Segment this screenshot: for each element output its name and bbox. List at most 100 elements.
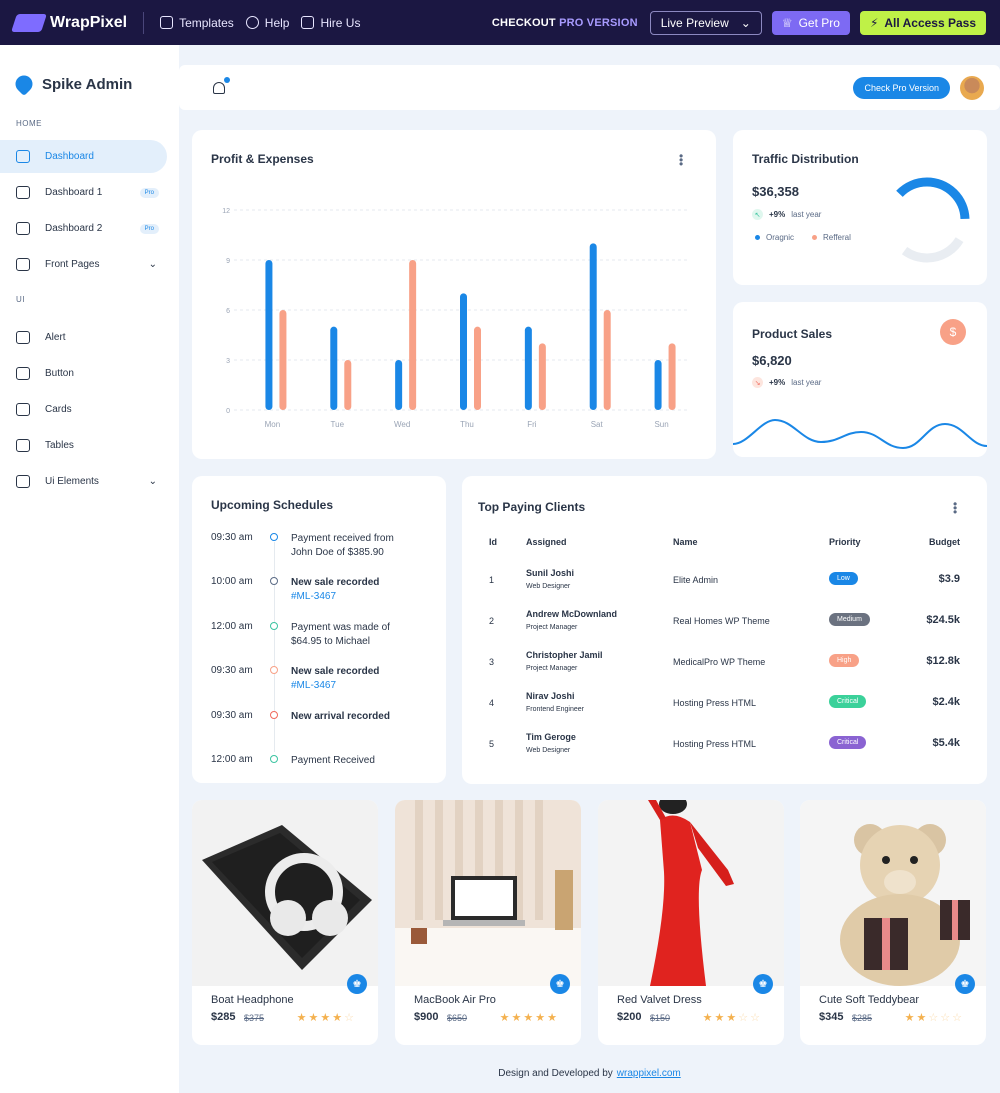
sidebar-item-dashboard-1[interactable]: Dashboard 1 Pro <box>0 176 167 209</box>
footer-link[interactable]: wrappixel.com <box>617 1068 681 1079</box>
card-title: Product Sales <box>752 327 833 341</box>
help-link[interactable]: Help <box>245 16 289 30</box>
product-card[interactable]: ♚ Cute Soft Teddybear $345 $285 ★★☆☆☆ <box>800 800 986 1045</box>
bar-fri-s1[interactable] <box>538 343 546 410</box>
product-card[interactable]: ♚ Boat Headphone $285 $375 ★★★★☆ <box>192 800 378 1045</box>
timeline-time: 12:00 am <box>211 754 253 765</box>
sidebar-item-front-pages[interactable]: Front Pages ⌄ <box>0 248 167 281</box>
timeline-text-content: Payment was made of $64.95 to Michael <box>291 622 390 647</box>
app-brand[interactable]: Spike Admin <box>0 45 179 103</box>
bar-sat-s0[interactable] <box>589 243 597 410</box>
legend-organic: Oragnic <box>755 233 794 242</box>
sidebar-item-button[interactable]: Button <box>0 357 167 390</box>
bar-sun-s0[interactable] <box>654 360 662 410</box>
wrappixel-logo[interactable]: WrapPixel <box>11 13 127 32</box>
card-title: Traffic Distribution <box>752 152 859 166</box>
check-pro-button[interactable]: Check Pro Version <box>853 76 950 99</box>
teddybear-image <box>800 800 986 986</box>
red-dress-image <box>598 800 784 986</box>
assignee-name: Andrew McDownland <box>526 609 618 619</box>
product-old-price: $375 <box>244 1013 265 1023</box>
product-price: $285 <box>211 1011 236 1023</box>
col-header-assigned: Assigned <box>526 537 567 547</box>
timeline-text-content: New sale recorded <box>291 666 380 677</box>
cart-icon[interactable]: ♚ <box>550 974 570 994</box>
checkout-pro-link[interactable]: CHECKOUT PRO VERSION <box>492 17 638 29</box>
sidebar-item-dashboard-2[interactable]: Dashboard 2 Pro <box>0 212 167 245</box>
col-header-budget: Budget <box>929 537 960 547</box>
traffic-change: ↖ +9% last year <box>752 209 821 220</box>
sidebar-item-tables[interactable]: Tables <box>0 429 167 462</box>
headphone-image <box>192 800 378 986</box>
sidebar-item-label: Front Pages <box>45 259 100 270</box>
cart-icon[interactable]: ♚ <box>347 974 367 994</box>
timeline-dot <box>270 755 278 763</box>
timeline-dot <box>270 711 278 719</box>
y-tick-label: 6 <box>226 308 230 315</box>
project-name: Hosting Press HTML <box>673 739 757 749</box>
bar-wed-s1[interactable] <box>409 260 417 410</box>
project-name: Hosting Press HTML <box>673 698 757 708</box>
sales-value: $6,820 <box>752 353 792 368</box>
bar-tue-s1[interactable] <box>344 360 352 410</box>
col-header-id: Id <box>489 537 497 547</box>
live-preview-dropdown[interactable]: Live Preview ⌄ <box>649 10 762 35</box>
star-filled-icon: ★ <box>499 1012 512 1024</box>
cart-icon[interactable]: ♚ <box>753 974 773 994</box>
sidebar-item-label: Dashboard 1 <box>45 187 103 198</box>
cards-icon <box>16 403 30 416</box>
bar-fri-s0[interactable] <box>524 326 532 410</box>
all-access-button[interactable]: ⚡ All Access Pass <box>859 10 986 35</box>
more-vert-icon[interactable]: • • • <box>953 498 957 518</box>
timeline-link[interactable]: #ML-3467 <box>291 679 416 693</box>
avatar[interactable] <box>960 75 984 100</box>
product-card[interactable]: ♚ Red Valvet Dress $200 $150 ★★★☆☆ <box>598 800 784 1045</box>
footer-text: Design and Developed by <box>498 1068 613 1079</box>
star-filled-icon: ★ <box>535 1012 548 1024</box>
assignee-name: Tim Geroge <box>526 732 576 742</box>
bar-sun-s1[interactable] <box>668 343 676 410</box>
sidebar-item-label: Cards <box>45 404 72 415</box>
timeline-time: 09:30 am <box>211 665 253 676</box>
assignee-role: Web Designer <box>526 583 571 590</box>
star-filled-icon: ★ <box>523 1012 536 1024</box>
star-empty-icon: ☆ <box>940 1012 953 1024</box>
client-assigned: Tim Geroge Web Designer <box>526 732 576 754</box>
bar-mon-s1[interactable] <box>279 310 287 410</box>
star-empty-icon: ☆ <box>344 1012 356 1024</box>
bar-tue-s0[interactable] <box>330 326 338 410</box>
cart-icon[interactable]: ♚ <box>955 974 975 994</box>
dashboard-icon <box>16 150 30 163</box>
sales-change-value: +9% <box>769 378 786 387</box>
timeline-item: 12:00 am Payment was made of $64.95 to Mi… <box>211 621 431 661</box>
templates-link[interactable]: Templates <box>160 16 234 30</box>
priority-badge: Medium <box>829 613 870 626</box>
sidebar-item-label: Button <box>45 368 74 379</box>
nav-caption-ui: UI <box>16 295 25 304</box>
tables-icon <box>16 439 30 452</box>
product-name: Boat Headphone <box>211 994 294 1006</box>
rating-stars: ★★★★★ <box>500 1011 559 1024</box>
sidebar-item-alert[interactable]: Alert <box>0 321 167 354</box>
bar-mon-s0[interactable] <box>265 260 273 410</box>
bar-thu-s0[interactable] <box>460 293 467 410</box>
get-pro-button[interactable]: ♕ Get Pro <box>771 10 850 35</box>
sidebar-item-label: Ui Elements <box>45 476 99 487</box>
product-card[interactable]: ♚ MacBook Air Pro $900 $650 ★★★★★ <box>395 800 581 1045</box>
sidebar-item-dashboard[interactable]: Dashboard <box>0 140 167 173</box>
timeline-dot <box>270 666 278 674</box>
x-tick-label: Sat <box>591 420 604 429</box>
project-name: Real Homes WP Theme <box>673 616 770 626</box>
bell-icon[interactable] <box>213 76 230 94</box>
bar-thu-s1[interactable] <box>474 326 481 410</box>
hire-us-link[interactable]: Hire Us <box>301 16 360 30</box>
sidebar-item-cards[interactable]: Cards <box>0 393 167 426</box>
bar-wed-s0[interactable] <box>395 360 403 410</box>
y-tick-label: 12 <box>222 208 230 215</box>
assignee-name: Nirav Joshi <box>526 691 575 701</box>
sidebar-item-label: Alert <box>45 332 66 343</box>
timeline-item: 10:00 am New sale recorded #ML-3467 <box>211 576 431 616</box>
sidebar-item-ui-elements[interactable]: Ui Elements ⌄ <box>0 465 167 498</box>
bar-sat-s1[interactable] <box>603 310 611 410</box>
timeline-link[interactable]: #ML-3467 <box>291 590 416 604</box>
